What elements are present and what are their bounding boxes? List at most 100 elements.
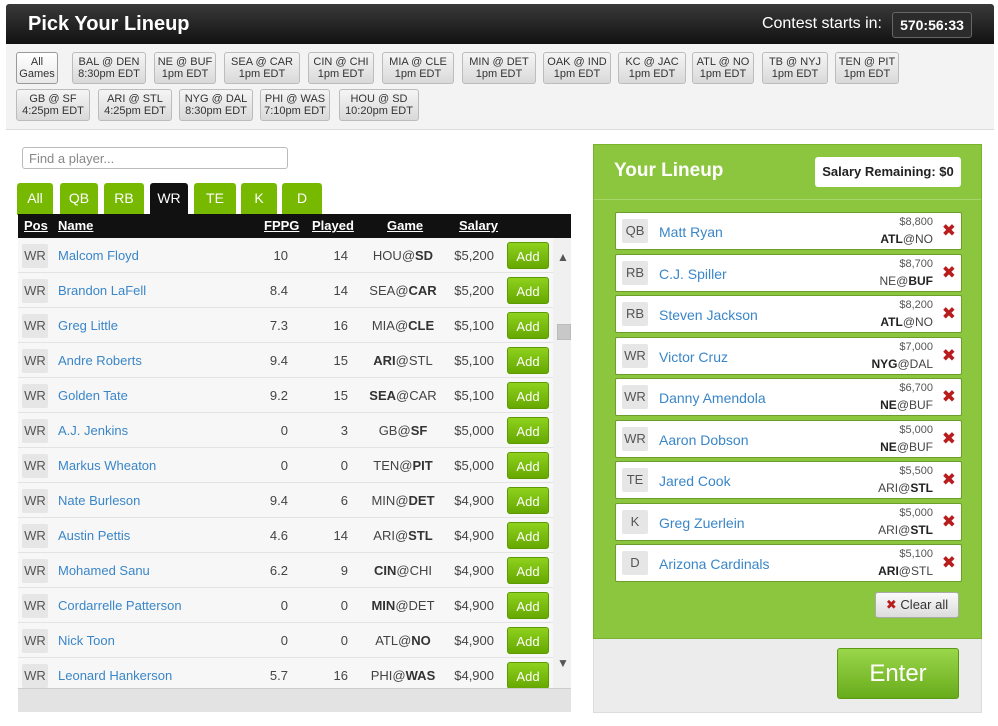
add-player-button[interactable]: Add bbox=[507, 522, 549, 549]
tab-d[interactable]: D bbox=[282, 183, 322, 215]
game-filter-7[interactable]: OAK @ IND 1pm EDT bbox=[543, 52, 611, 84]
slot-player-name[interactable]: Steven Jackson bbox=[659, 307, 758, 323]
slot-player-name[interactable]: Arizona Cardinals bbox=[659, 556, 770, 572]
game-filter-line2: 4:25pm EDT bbox=[22, 105, 84, 117]
scroll-up-icon[interactable]: ▲ bbox=[557, 250, 569, 264]
game-filter-9[interactable]: ATL @ NO 1pm EDT bbox=[692, 52, 754, 84]
game-away-team: NYG bbox=[871, 356, 898, 371]
game-filter-10[interactable]: TB @ NYJ 1pm EDT bbox=[762, 52, 828, 84]
remove-player-icon[interactable]: ✖ bbox=[942, 471, 956, 489]
game-filter-line1: NYG @ DAL bbox=[184, 93, 248, 105]
slot-player-name[interactable]: Jared Cook bbox=[659, 473, 731, 489]
game-filter-6[interactable]: MIN @ DET 1pm EDT bbox=[462, 52, 536, 84]
game-filter-14[interactable]: NYG @ DAL 8:30pm EDT bbox=[179, 89, 253, 121]
scroll-down-icon[interactable]: ▼ bbox=[557, 656, 569, 670]
add-player-button[interactable]: Add bbox=[507, 557, 549, 584]
add-player-button[interactable]: Add bbox=[507, 312, 549, 339]
game-filter-12[interactable]: GB @ SF 4:25pm EDT bbox=[16, 89, 90, 121]
enter-button[interactable]: Enter bbox=[837, 648, 959, 699]
slot-player-name[interactable]: Victor Cruz bbox=[659, 349, 728, 365]
tab-te[interactable]: TE bbox=[194, 183, 236, 215]
player-game: MIN@DET bbox=[358, 493, 448, 508]
player-name-link[interactable]: Cordarrelle Patterson bbox=[58, 598, 182, 613]
player-name-link[interactable]: Austin Pettis bbox=[58, 528, 130, 543]
player-name-link[interactable]: Greg Little bbox=[58, 318, 118, 333]
col-fppg-header[interactable]: FPPG bbox=[264, 218, 299, 233]
game-filter-3[interactable]: SEA @ CAR 1pm EDT bbox=[224, 52, 300, 84]
add-player-button[interactable]: Add bbox=[507, 417, 549, 444]
player-name-link[interactable]: A.J. Jenkins bbox=[58, 423, 128, 438]
game-at-sign: @ bbox=[902, 315, 915, 329]
clear-all-button[interactable]: ✖ Clear all bbox=[875, 592, 959, 618]
slot-player-name[interactable]: Matt Ryan bbox=[659, 224, 723, 240]
contest-starts-label: Contest starts in: bbox=[761, 15, 882, 32]
add-player-button[interactable]: Add bbox=[507, 382, 549, 409]
add-player-button[interactable]: Add bbox=[507, 242, 549, 269]
game-filter-8[interactable]: KC @ JAC 1pm EDT bbox=[618, 52, 686, 84]
game-filter-line1: SEA @ CAR bbox=[231, 56, 293, 68]
add-player-button[interactable]: Add bbox=[507, 452, 549, 479]
page-header: Pick Your Lineup Contest starts in: 570:… bbox=[6, 4, 994, 44]
player-name-link[interactable]: Brandon LaFell bbox=[58, 283, 146, 298]
remove-player-icon[interactable]: ✖ bbox=[942, 388, 956, 406]
player-name-link[interactable]: Golden Tate bbox=[58, 388, 128, 403]
game-filter-15[interactable]: PHI @ WAS 7:10pm EDT bbox=[260, 89, 330, 121]
player-name-link[interactable]: Nick Toon bbox=[58, 633, 115, 648]
player-name-link[interactable]: Mohamed Sanu bbox=[58, 563, 150, 578]
tab-wr[interactable]: WR bbox=[150, 183, 188, 215]
remove-player-icon[interactable]: ✖ bbox=[942, 263, 956, 282]
add-player-button[interactable]: Add bbox=[507, 487, 549, 514]
game-filter-13[interactable]: ARI @ STL 4:25pm EDT bbox=[98, 89, 172, 121]
player-pos: WR bbox=[22, 279, 48, 303]
col-game-header[interactable]: Game bbox=[387, 218, 423, 233]
vertical-scrollbar[interactable]: ▲ ▼ bbox=[553, 238, 571, 688]
game-filter-5[interactable]: MIA @ CLE 1pm EDT bbox=[382, 52, 454, 84]
tab-qb[interactable]: QB bbox=[60, 183, 98, 215]
slot-player-name[interactable]: C.J. Spiller bbox=[659, 266, 727, 282]
game-filter-11[interactable]: TEN @ PIT 1pm EDT bbox=[835, 52, 899, 84]
game-filter-0[interactable]: All Games bbox=[16, 52, 58, 84]
remove-player-icon[interactable]: ✖ bbox=[942, 554, 956, 572]
remove-player-icon[interactable]: ✖ bbox=[942, 222, 956, 240]
player-name-link[interactable]: Leonard Hankerson bbox=[58, 668, 172, 683]
col-name-header[interactable]: Name bbox=[58, 218, 93, 233]
add-player-button[interactable]: Add bbox=[507, 277, 549, 304]
player-name-link[interactable]: Nate Burleson bbox=[58, 493, 140, 508]
player-name-link[interactable]: Markus Wheaton bbox=[58, 458, 156, 473]
player-played: 15 bbox=[333, 353, 348, 368]
col-salary-header[interactable]: Salary bbox=[459, 218, 498, 233]
game-filter-1[interactable]: BAL @ DEN 8:30pm EDT bbox=[72, 52, 146, 84]
remove-player-icon[interactable]: ✖ bbox=[942, 512, 956, 531]
player-name-link[interactable]: Malcom Floyd bbox=[58, 248, 139, 263]
tab-all[interactable]: All bbox=[17, 183, 53, 215]
horizontal-scrollbar[interactable] bbox=[18, 688, 571, 712]
scroll-thumb[interactable] bbox=[557, 324, 571, 340]
add-player-button[interactable]: Add bbox=[507, 592, 549, 619]
game-home-team: BUF bbox=[908, 273, 933, 288]
player-search-input[interactable] bbox=[22, 147, 288, 169]
slot-player-name[interactable]: Aaron Dobson bbox=[659, 432, 749, 448]
player-game: ATL@NO bbox=[358, 633, 448, 648]
game-at-sign: @ bbox=[897, 356, 910, 371]
tab-rb[interactable]: RB bbox=[104, 183, 144, 215]
remove-player-icon[interactable]: ✖ bbox=[942, 305, 956, 323]
table-row: WR Nate Burleson 9.4 6 MIN@DET $4,900 Add bbox=[18, 483, 553, 518]
game-filter-16[interactable]: HOU @ SD 10:20pm EDT bbox=[339, 89, 419, 121]
game-filter-2[interactable]: NE @ BUF 1pm EDT bbox=[154, 52, 216, 84]
slot-player-name[interactable]: Danny Amendola bbox=[659, 390, 766, 406]
game-at-sign: @ bbox=[401, 248, 416, 263]
remove-player-icon[interactable]: ✖ bbox=[942, 429, 956, 448]
add-player-button[interactable]: Add bbox=[507, 627, 549, 654]
player-table-header: Pos Name FPPG Played Game Salary bbox=[18, 214, 571, 238]
remove-player-icon[interactable]: ✖ bbox=[942, 346, 956, 365]
slot-player-name[interactable]: Greg Zuerlein bbox=[659, 515, 745, 531]
tab-k[interactable]: K bbox=[241, 183, 277, 215]
add-player-button[interactable]: Add bbox=[507, 347, 549, 374]
col-played-header[interactable]: Played bbox=[312, 218, 354, 233]
col-pos-header[interactable]: Pos bbox=[24, 218, 48, 233]
player-name-link[interactable]: Andre Roberts bbox=[58, 353, 142, 368]
add-player-button[interactable]: Add bbox=[507, 662, 549, 688]
game-filter-line2: 1pm EDT bbox=[238, 68, 286, 80]
player-game: PHI@WAS bbox=[358, 668, 448, 683]
game-filter-4[interactable]: CIN @ CHI 1pm EDT bbox=[308, 52, 374, 84]
